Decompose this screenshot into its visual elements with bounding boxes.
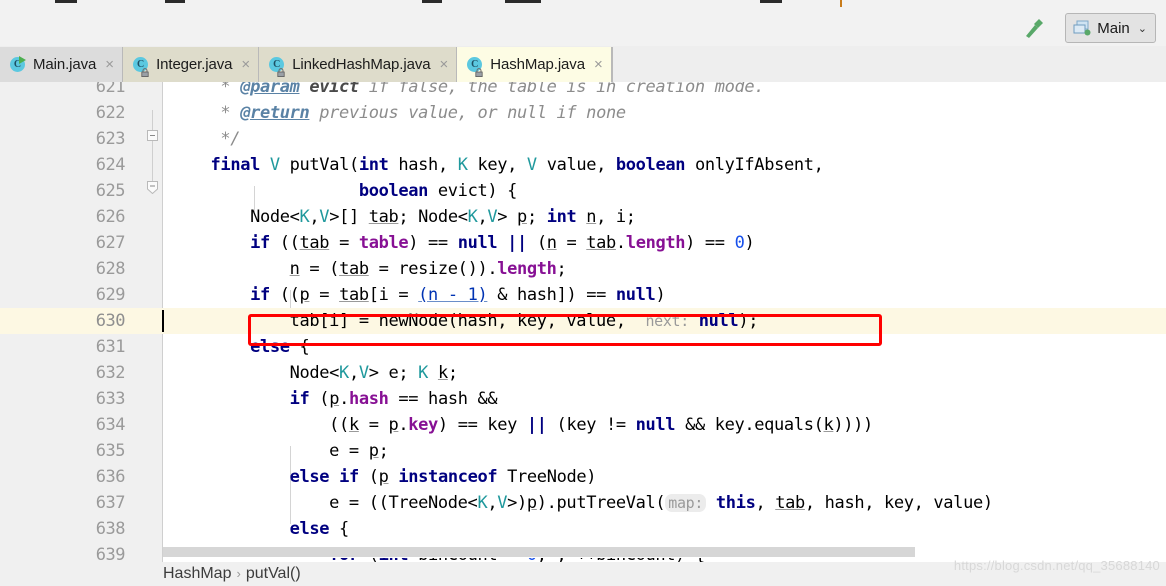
line-number: 629	[95, 285, 126, 305]
toolbar-icon-stub	[760, 0, 782, 3]
run-configuration-icon	[1073, 20, 1091, 36]
code-text: else {	[289, 519, 350, 539]
horizontal-scrollbar-thumb[interactable]	[163, 547, 915, 557]
line-number: 625	[95, 181, 126, 201]
tab-bar-empty-area	[611, 47, 1166, 82]
code-text: * @param evict if false, the table is in…	[171, 82, 765, 97]
breadcrumb-items: HashMap › putVal()	[163, 562, 301, 586]
toolbar-clipped-strip	[0, 0, 1166, 8]
line-number: 635	[95, 441, 126, 461]
code-text: if (p.hash == hash &&	[289, 389, 498, 409]
code-line-row[interactable]: 631 else {	[0, 334, 1166, 360]
java-class-readonly-icon: C	[133, 56, 150, 77]
java-class-readonly-icon: C	[467, 56, 484, 77]
line-number: 634	[95, 415, 126, 435]
code-lines: 621 * @param evict if false, the table i…	[0, 82, 1166, 562]
run-configuration-selector[interactable]: Main ⌄	[1065, 13, 1156, 43]
line-number: 622	[95, 103, 126, 123]
code-text: if ((p = tab[i = (n - 1) & hash]) == nul…	[250, 285, 666, 305]
code-text: e = ((TreeNode<K,V>)p).putTreeVal(map: t…	[171, 493, 993, 513]
code-line-row[interactable]: 621 * @param evict if false, the table i…	[0, 82, 1166, 100]
intellij-idea-window: Main ⌄ C Main.java × C Integer.java × C …	[0, 0, 1166, 586]
code-line-row[interactable]: 638 else {	[0, 516, 1166, 542]
toolbar-icon-stub	[165, 0, 185, 3]
tab-label: Integer.java	[156, 56, 233, 73]
main-toolbar: Main ⌄	[0, 8, 1166, 47]
tab-integer-java[interactable]: C Integer.java ×	[123, 47, 260, 82]
line-number: 621	[95, 82, 126, 97]
toolbar-icon-stub	[505, 0, 541, 3]
java-class-runnable-icon: C	[10, 56, 27, 73]
breadcrumb-item-method[interactable]: putVal()	[246, 565, 301, 582]
chevron-down-icon[interactable]: ⌄	[1138, 22, 1147, 35]
line-number: 636	[95, 467, 126, 487]
toolbar-icon-stub	[55, 0, 77, 3]
code-text: final V putVal(int hash, K key, V value,…	[210, 155, 824, 175]
code-text: e = p;	[171, 441, 389, 461]
code-line-row[interactable]: 636 else if (p instanceof TreeNode)	[0, 464, 1166, 490]
code-line-row[interactable]: 629 if ((p = tab[i = (n - 1) & hash]) ==…	[0, 282, 1166, 308]
code-text: if ((tab = table) == null || (n = tab.le…	[250, 233, 755, 253]
line-number: 627	[95, 233, 126, 253]
code-text: Node<K,V> e; K k;	[171, 363, 458, 383]
close-icon[interactable]: ×	[105, 57, 114, 72]
run-configuration-label: Main	[1097, 19, 1130, 37]
code-text: tab[i] = newNode(hash, key, value, next:…	[171, 311, 759, 331]
code-line-row[interactable]: 625 boolean evict) {	[0, 178, 1166, 204]
editor-tab-bar: C Main.java × C Integer.java × C LinkedH…	[0, 46, 1166, 83]
code-line-row-current[interactable]: 630 tab[i] = newNode(hash, key, value, n…	[0, 308, 1166, 334]
code-text: Node<K,V>[] tab; Node<K,V> p; int n, i;	[171, 207, 636, 227]
line-number: 623	[95, 129, 126, 149]
code-line-row[interactable]: 623 */	[0, 126, 1166, 152]
code-text: n = (tab = resize()).length;	[289, 259, 567, 279]
text-caret	[162, 310, 164, 332]
code-line-row[interactable]: 626 Node<K,V>[] tab; Node<K,V> p; int n,…	[0, 204, 1166, 230]
code-text: boolean evict) {	[358, 181, 518, 201]
code-line-row[interactable]: 635 e = p;	[0, 438, 1166, 464]
code-text: * @return previous value, or null if non…	[171, 103, 626, 123]
code-line-row[interactable]: 632 Node<K,V> e; K k;	[0, 360, 1166, 386]
code-text: */	[171, 129, 241, 149]
code-text: ((k = p.key) == key || (key != null && k…	[171, 415, 873, 435]
toolbar-icon-stub	[840, 0, 842, 7]
line-number: 624	[95, 155, 126, 175]
line-number: 639	[95, 545, 126, 562]
code-line-row[interactable]: 628 n = (tab = resize()).length;	[0, 256, 1166, 282]
code-editor[interactable]: 621 * @param evict if false, the table i…	[0, 82, 1166, 562]
java-class-readonly-icon: C	[269, 56, 286, 77]
code-line-row[interactable]: 622 * @return previous value, or null if…	[0, 100, 1166, 126]
code-line-row[interactable]: 637 e = ((TreeNode<K,V>)p).putTreeVal(ma…	[0, 490, 1166, 516]
watermark-text: https://blog.csdn.net/qq_35688140	[953, 558, 1160, 573]
line-number: 637	[95, 493, 126, 513]
tab-label: Main.java	[33, 56, 97, 73]
breadcrumb-separator: ›	[236, 566, 241, 581]
line-number: 630	[95, 311, 126, 331]
toolbar-icon-stub	[422, 0, 442, 3]
tab-label: LinkedHashMap.java	[292, 56, 431, 73]
code-line-row[interactable]: 624 final V putVal(int hash, K key, V va…	[0, 152, 1166, 178]
breadcrumb-item-class[interactable]: HashMap	[163, 565, 231, 582]
code-line-row[interactable]: 627 if ((tab = table) == null || (n = ta…	[0, 230, 1166, 256]
hammer-icon[interactable]	[1022, 17, 1046, 39]
close-icon[interactable]: ×	[594, 57, 603, 72]
code-line-row[interactable]: 634 ((k = p.key) == key || (key != null …	[0, 412, 1166, 438]
code-line-row[interactable]: 633 if (p.hash == hash &&	[0, 386, 1166, 412]
line-number: 626	[95, 207, 126, 227]
tab-linkedhashmap-java[interactable]: C LinkedHashMap.java ×	[259, 47, 458, 82]
code-text: else {	[250, 337, 310, 357]
horizontal-scrollbar-track[interactable]	[163, 545, 1166, 558]
line-number: 632	[95, 363, 126, 383]
tab-main-java[interactable]: C Main.java ×	[0, 47, 124, 82]
code-text: else if (p instanceof TreeNode)	[289, 467, 597, 487]
line-number: 638	[95, 519, 126, 539]
line-number: 628	[95, 259, 126, 279]
close-icon[interactable]: ×	[439, 57, 448, 72]
tab-label: HashMap.java	[490, 56, 585, 73]
tab-hashmap-java[interactable]: C HashMap.java ×	[457, 47, 612, 82]
line-number: 631	[95, 337, 126, 357]
close-icon[interactable]: ×	[241, 57, 250, 72]
line-number: 633	[95, 389, 126, 409]
